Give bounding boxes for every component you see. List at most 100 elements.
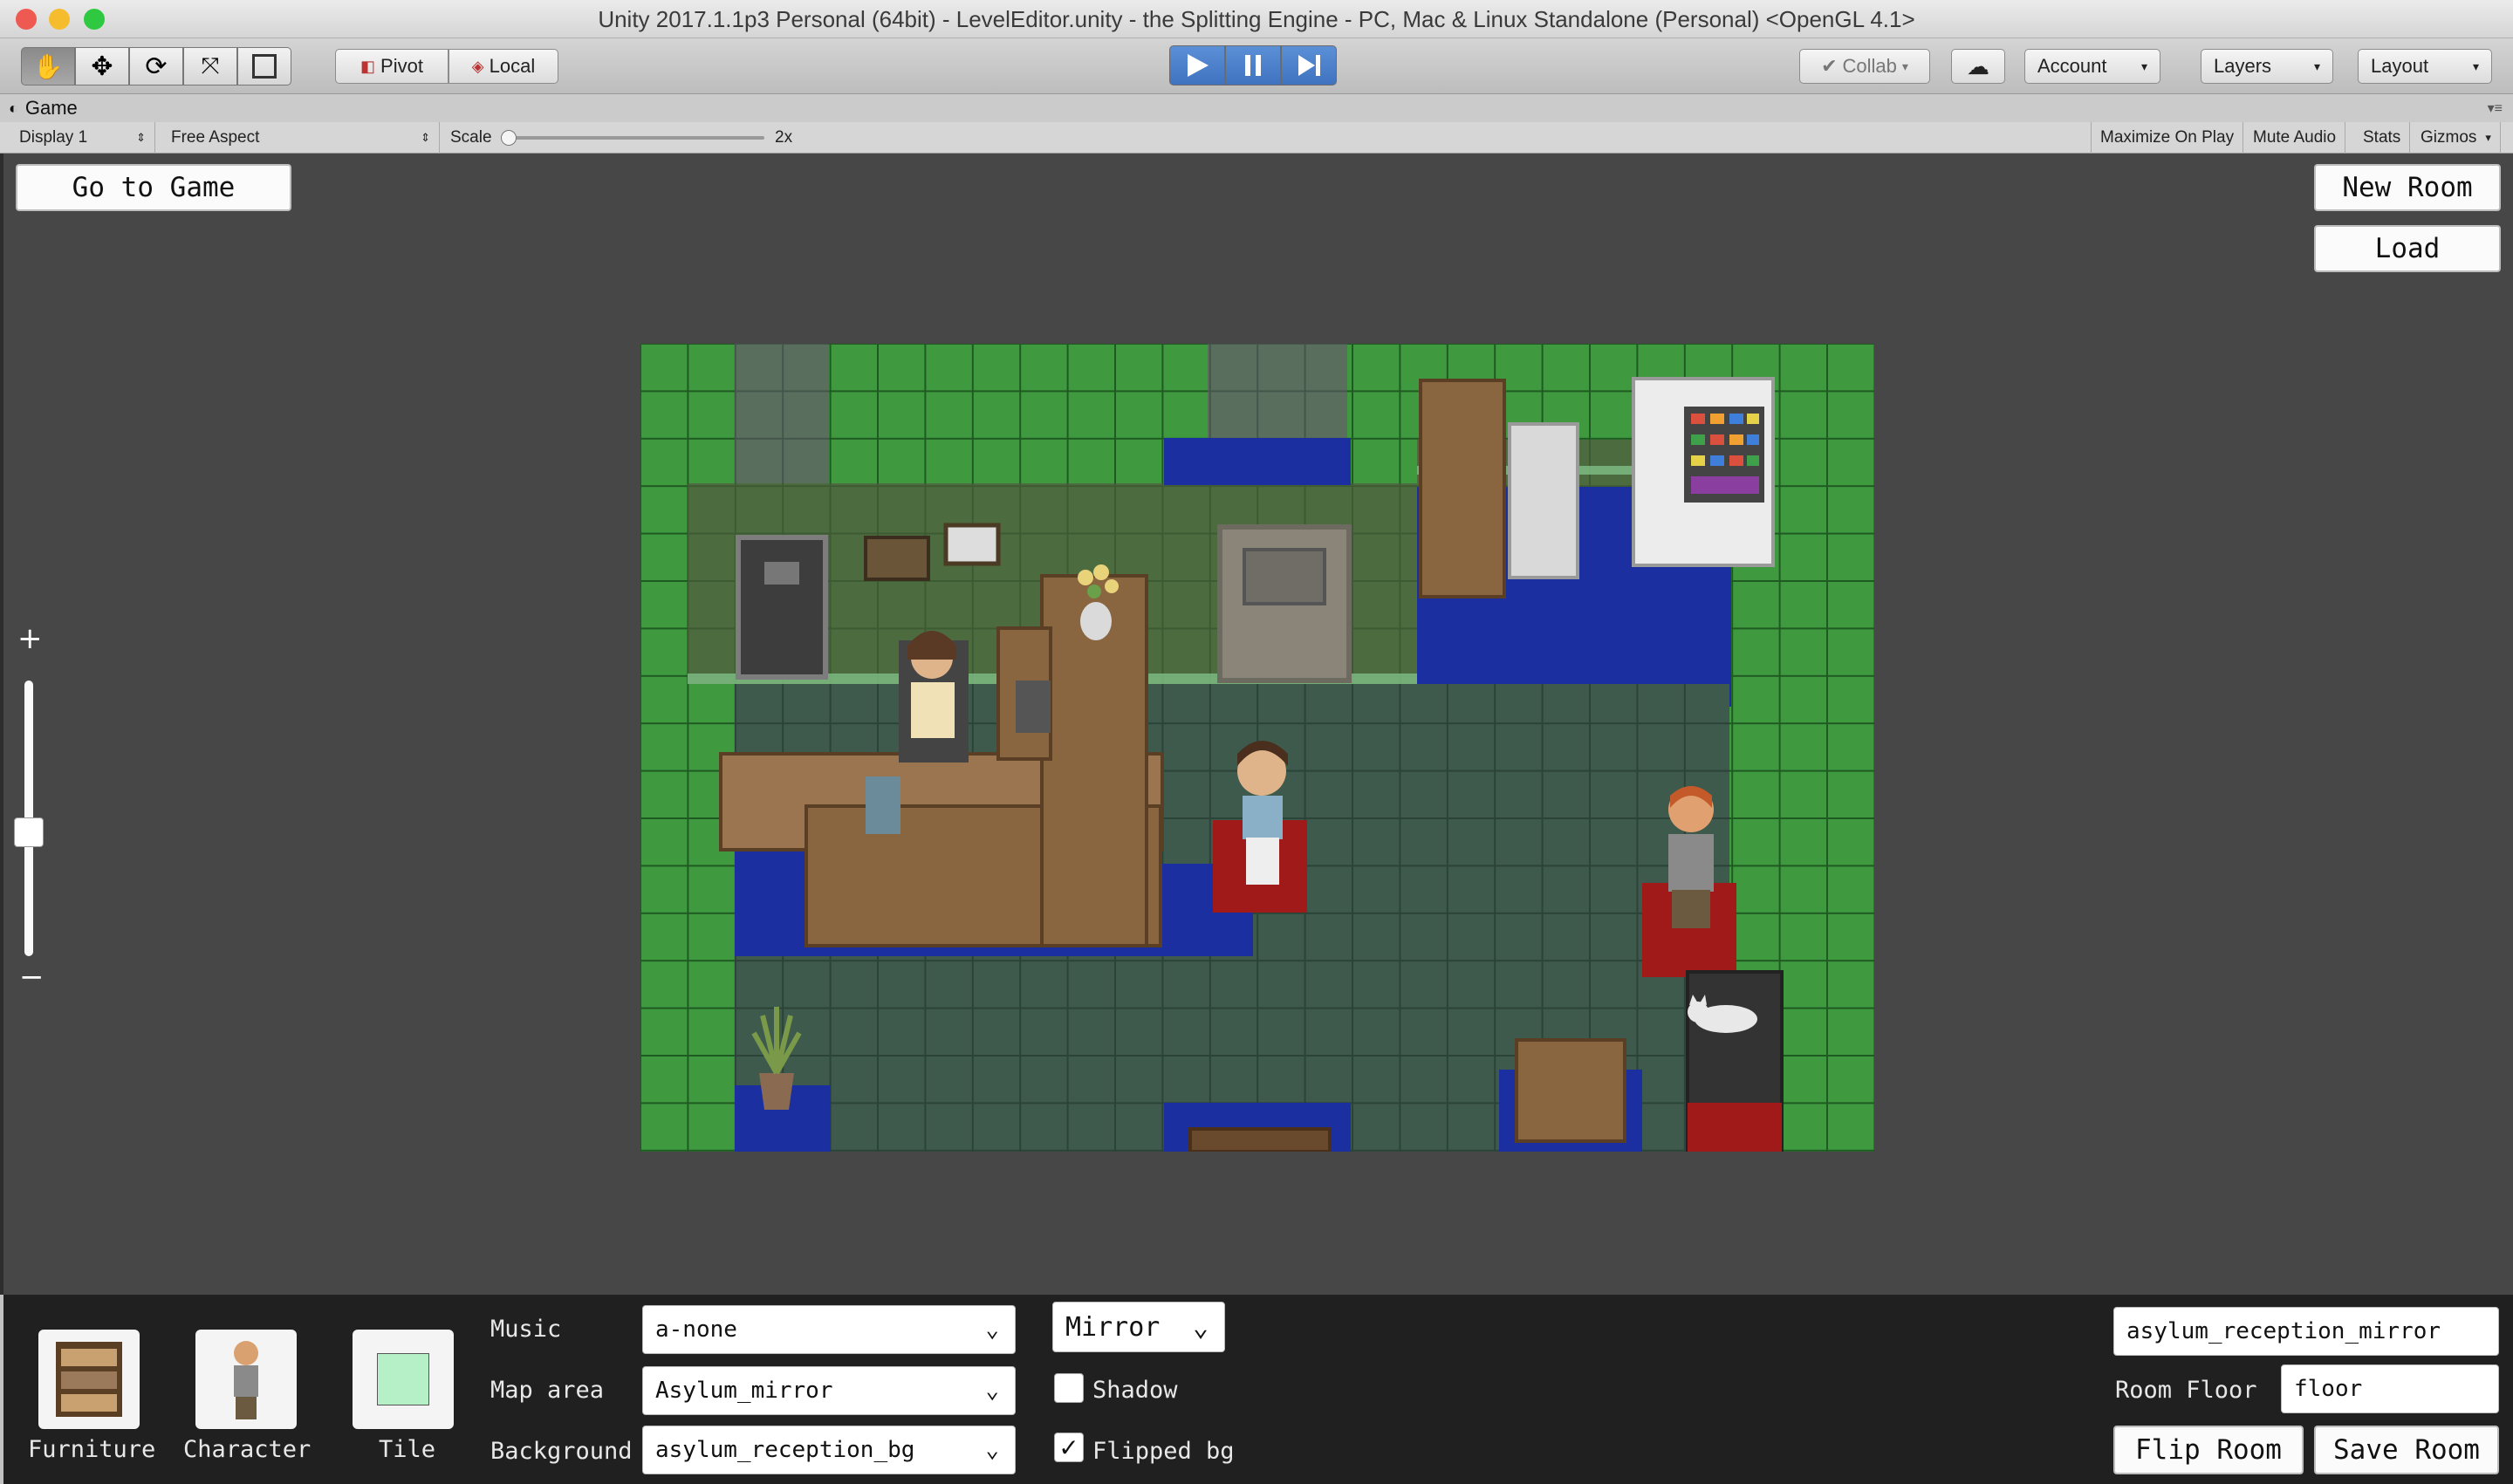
flower: [1078, 570, 1093, 585]
new-room-button[interactable]: New Room: [2314, 164, 2501, 211]
bookshelf-icon: [56, 1342, 122, 1417]
flip-room-button[interactable]: Flip Room: [2113, 1426, 2304, 1474]
cloud-button[interactable]: ☁: [1951, 49, 2005, 84]
flipped-bg-checkbox[interactable]: ✓: [1054, 1433, 1084, 1462]
music-label: Music: [490, 1316, 562, 1343]
man-pants: [1672, 890, 1710, 928]
chevron-down-icon: ⌄: [985, 1316, 999, 1343]
small-table: [1515, 1038, 1626, 1143]
chevron-down-icon: ▾: [2313, 58, 2320, 73]
rug-blue-top: [1164, 438, 1351, 485]
move-icon: ✥: [91, 51, 113, 81]
gray-wall-top-2: [1208, 344, 1347, 440]
save-room-button[interactable]: Save Room: [2314, 1426, 2499, 1474]
computer: [1016, 680, 1051, 733]
tile-thumbnail[interactable]: [353, 1330, 454, 1429]
layers-dropdown[interactable]: Layers ▾: [2201, 49, 2333, 84]
flipped-bg-label: Flipped bg: [1092, 1438, 1235, 1465]
boy-pants: [1246, 838, 1279, 885]
zoom-in-button[interactable]: +: [17, 621, 43, 656]
maximize-on-play-toggle[interactable]: Maximize On Play: [2091, 122, 2244, 154]
music-dropdown[interactable]: a-none ⌄: [642, 1305, 1016, 1354]
rotate-icon: ⟳: [145, 51, 168, 81]
chevron-down-icon: ⌄: [985, 1437, 999, 1463]
play-button[interactable]: [1169, 45, 1225, 85]
zoom-out-button[interactable]: −: [19, 960, 45, 995]
local-button[interactable]: ◈ Local: [449, 49, 558, 84]
mute-audio-toggle[interactable]: Mute Audio: [2244, 122, 2346, 154]
wardrobe: [1419, 379, 1506, 598]
step-icon: [1298, 55, 1320, 76]
shadow-label: Shadow: [1092, 1377, 1178, 1404]
boy-shirt: [1243, 796, 1283, 839]
zoom-slider-thumb[interactable]: [14, 817, 44, 847]
room-name-field[interactable]: [2113, 1307, 2499, 1356]
go-to-game-button[interactable]: Go to Game: [16, 164, 291, 211]
tile-label: Tile: [379, 1436, 436, 1463]
scale-label: Scale: [450, 128, 492, 147]
aspect-dropdown[interactable]: Free Aspect ⇕: [162, 122, 440, 154]
character-label: Character: [183, 1436, 312, 1463]
account-dropdown[interactable]: Account ▾: [2024, 49, 2160, 84]
game-control-bar: Display 1 ⇕ Free Aspect ⇕ Scale 2x Maximiz…: [0, 122, 2513, 154]
mirror-dropdown[interactable]: Mirror ⌄: [1052, 1302, 1225, 1352]
brochure-stand: [866, 776, 900, 834]
rotate-tool-button[interactable]: ⟳: [129, 47, 183, 85]
plant-pot: [759, 1073, 794, 1110]
chevron-down-icon: ▾: [2140, 58, 2147, 73]
tab-menu-icon[interactable]: ▾≡: [2488, 99, 2503, 117]
game-view[interactable]: Go to Game New Room Load + −: [3, 154, 2513, 1295]
game-tab-row: ◐ Game ▾≡: [0, 94, 2513, 122]
pause-icon: [1245, 55, 1261, 76]
display-dropdown[interactable]: Display 1 ⇕: [10, 122, 155, 154]
scale-slider-track[interactable]: [503, 136, 764, 140]
door-center-panel: [1243, 548, 1326, 605]
door-window: [764, 562, 799, 585]
gray-wall-top: [735, 344, 829, 483]
hand-tool-button[interactable]: ✋: [21, 47, 75, 85]
window-title-bar: Unity 2017.1.1p3 Personal (64bit) - Leve…: [0, 0, 2513, 38]
room-floor-label: Room Floor: [2115, 1377, 2257, 1404]
receptionist-body: [911, 682, 955, 738]
rect-tool-button[interactable]: [237, 47, 291, 85]
local-icon: ◈: [471, 57, 484, 75]
picture-frame-1: [864, 536, 930, 581]
shadow-checkbox[interactable]: [1054, 1373, 1084, 1403]
scale-slider-thumb[interactable]: [501, 130, 517, 146]
checkmark-icon: ✓: [1058, 1433, 1079, 1461]
furniture-thumbnail[interactable]: [38, 1330, 140, 1429]
map-area-dropdown[interactable]: Asylum_mirror ⌄: [642, 1366, 1016, 1415]
cloud-icon: ☁: [1967, 52, 1989, 79]
chevron-down-icon: ▾: [2485, 131, 2491, 144]
tab-game[interactable]: ◐ Game: [9, 94, 78, 122]
door-left: [736, 535, 828, 680]
pivot-button[interactable]: ◧ Pivot: [335, 49, 449, 84]
play-icon: [1188, 54, 1209, 77]
scale-tool-button[interactable]: ⤧: [183, 47, 237, 85]
background-dropdown[interactable]: asylum_reception_bg ⌄: [642, 1426, 1016, 1474]
check-icon: ✔: [1821, 55, 1838, 77]
man-shirt: [1668, 834, 1714, 892]
step-button[interactable]: [1281, 45, 1337, 85]
window-title: Unity 2017.1.1p3 Personal (64bit) - Leve…: [598, 6, 1915, 32]
updown-icon: ⇕: [136, 131, 146, 144]
picture-frame-2: [943, 523, 1001, 566]
cat-icon: [1688, 995, 1757, 1033]
pause-button[interactable]: [1225, 45, 1281, 85]
layout-dropdown[interactable]: Layout ▾: [2358, 49, 2492, 84]
move-tool-button[interactable]: ✥: [75, 47, 129, 85]
scale-icon: ⤧: [201, 52, 220, 79]
background-label: Background: [490, 1438, 633, 1465]
chevron-down-icon: ⌄: [985, 1378, 999, 1404]
room-floor-field[interactable]: [2281, 1364, 2499, 1413]
stats-toggle[interactable]: Stats: [2354, 122, 2411, 154]
rug-red-bed: [1688, 1103, 1782, 1152]
character-thumbnail[interactable]: [195, 1330, 297, 1429]
load-button[interactable]: Load: [2314, 225, 2501, 272]
hand-icon: ✋: [32, 52, 64, 80]
gizmos-toggle[interactable]: Gizmos ▾: [2412, 122, 2501, 154]
fridge: [1508, 422, 1579, 579]
main-toolbar: ✋ ✥ ⟳ ⤧ ◧ Pivot ◈ Local ✔ Collab ▾ ☁ Account…: [0, 38, 2513, 94]
door-bottom: [1188, 1127, 1332, 1152]
collab-button[interactable]: ✔ Collab ▾: [1799, 49, 1930, 84]
